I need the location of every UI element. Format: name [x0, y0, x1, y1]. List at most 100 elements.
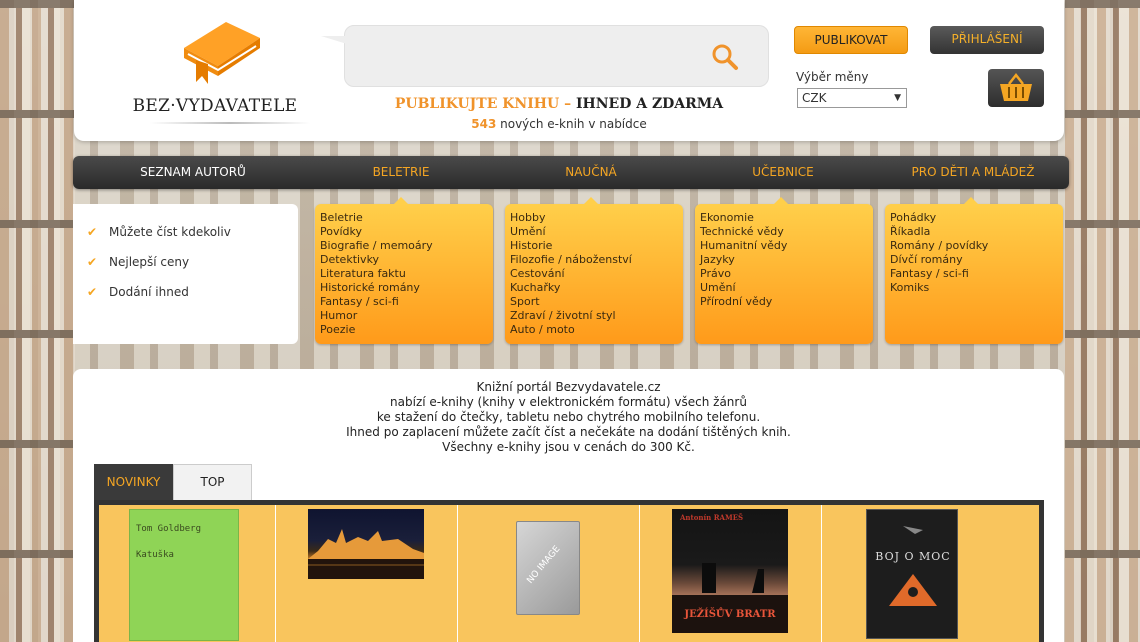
- tagline-publish: PUBLIKUJTE KNIHU –: [394, 96, 576, 112]
- no-image-label: NO IMAGE: [525, 544, 563, 586]
- chevron-down-icon: ▼: [894, 93, 901, 103]
- category-link[interactable]: Technické vědy: [700, 225, 787, 239]
- category-link[interactable]: Historie: [510, 239, 632, 253]
- book-logo-icon: [184, 22, 260, 84]
- feature-item: ✔ Dodání ihned: [87, 285, 189, 299]
- check-icon: ✔: [87, 285, 98, 299]
- category-link[interactable]: Biografie / memoáry: [320, 239, 433, 253]
- nav-naucna[interactable]: NAUČNÁ: [511, 156, 671, 189]
- category-link[interactable]: Sport: [510, 295, 632, 309]
- panel-pro-deti: Pohádky Říkadla Romány / povídky Dívčí r…: [885, 197, 1063, 344]
- book-item: Tom Goldberg Katuška: [99, 505, 276, 642]
- feature-item: ✔ Můžete číst kdekoliv: [87, 225, 231, 239]
- publish-button[interactable]: PUBLIKOVAT: [794, 26, 908, 54]
- currency-label: Výběr měny: [796, 70, 869, 84]
- panel-naucna: Hobby Umění Historie Filozofie / nábožen…: [505, 197, 683, 344]
- cart-button[interactable]: [988, 69, 1044, 107]
- category-link[interactable]: Dívčí romány: [890, 253, 988, 267]
- panel-ucebnice: Ekonomie Technické vědy Humanitní vědy J…: [695, 197, 873, 344]
- category-link[interactable]: Pohádky: [890, 211, 988, 225]
- background-bookshelf-left: [0, 0, 75, 642]
- check-icon: ✔: [87, 225, 98, 239]
- nav-beletrie[interactable]: BELETRIE: [321, 156, 481, 189]
- new-books-number: 543: [471, 117, 497, 131]
- tab-top[interactable]: TOP: [173, 464, 252, 500]
- panel-beletrie: Beletrie Povídky Biografie / memoáry Det…: [315, 197, 493, 344]
- book-item: Antonín RAMEŠ JEŽÍŠŮV BRATR: [640, 505, 822, 642]
- book-author: Tom Goldberg: [136, 524, 202, 534]
- book-cover[interactable]: [308, 509, 424, 579]
- shopping-basket-icon: [1000, 72, 1032, 101]
- category-link[interactable]: Auto / moto: [510, 323, 632, 337]
- category-link[interactable]: Detektivky: [320, 253, 433, 267]
- book-item: NO IMAGE: [458, 505, 640, 642]
- nav-pro-deti[interactable]: PRO DĚTI A MLÁDEŽ: [893, 156, 1053, 189]
- search-input[interactable]: [355, 40, 695, 72]
- tab-novinky[interactable]: NOVINKY: [94, 464, 173, 500]
- category-link[interactable]: Zdraví / životní styl: [510, 309, 632, 323]
- feature-label: Dodání ihned: [109, 285, 189, 299]
- intro-line: Ihned po zaplacení můžete začít číst a n…: [346, 425, 791, 439]
- category-link[interactable]: Umění: [700, 281, 787, 295]
- castle-image: [308, 529, 424, 579]
- intro-line: Všechny e-knihy jsou v cenách do 300 Kč.: [442, 440, 695, 454]
- intro-line: nabízí e-knihy (knihy v elektronickém fo…: [390, 395, 747, 409]
- book-item: BOJ O MOC: [822, 505, 1039, 642]
- category-link[interactable]: Literatura faktu: [320, 267, 433, 281]
- book-item: [276, 505, 458, 642]
- book-carousel: Tom Goldberg Katuška NO IMAGE Antonín RA…: [94, 505, 1044, 642]
- tagline: PUBLIKUJTE KNIHU – IHNED A ZDARMA: [334, 96, 784, 112]
- background-bookshelf-right: [1065, 0, 1140, 642]
- category-link[interactable]: Romány / povídky: [890, 239, 988, 253]
- logo-text: BEZ·VYDAVATELE: [132, 96, 298, 116]
- intro-text: Knižní portál Bezvydavatele.cz nabízí e-…: [73, 380, 1064, 455]
- category-link[interactable]: Fantasy / sci-fi: [890, 267, 988, 281]
- book-title: JEŽÍŠŮV BRATR: [684, 609, 776, 620]
- category-link[interactable]: Historické romány: [320, 281, 433, 295]
- category-link[interactable]: Říkadla: [890, 225, 988, 239]
- intro-line: Knižní portál Bezvydavatele.cz: [476, 380, 661, 394]
- currency-select[interactable]: CZK ▼: [797, 88, 907, 108]
- category-link[interactable]: Kuchařky: [510, 281, 632, 295]
- book-cover[interactable]: Antonín RAMEŠ JEŽÍŠŮV BRATR: [672, 509, 788, 633]
- currency-value: CZK: [802, 91, 827, 105]
- category-link[interactable]: Ekonomie: [700, 211, 787, 225]
- category-link[interactable]: Humor: [320, 309, 433, 323]
- nav-authors[interactable]: SEZNAM AUTORŮ: [113, 156, 273, 189]
- check-icon: ✔: [87, 255, 98, 269]
- logo-underline: [150, 122, 310, 124]
- intro-line: ke stažení do čtečky, tabletu nebo chytr…: [376, 410, 761, 424]
- new-books-text: nových e-knih v nabídce: [496, 117, 647, 131]
- category-link[interactable]: Beletrie: [320, 211, 433, 225]
- category-link[interactable]: Jazyky: [700, 253, 787, 267]
- category-link[interactable]: Fantasy / sci-fi: [320, 295, 433, 309]
- main-navigation: SEZNAM AUTORŮ BELETRIE NAUČNÁ UČEBNICE P…: [73, 156, 1069, 189]
- site-header: BEZ·VYDAVATELE PUBLIKUJTE KNIHU – IHNED …: [74, 0, 1064, 141]
- main-content: Knižní portál Bezvydavatele.cz nabízí e-…: [73, 369, 1064, 642]
- features-box: ✔ Můžete číst kdekoliv ✔ Nejlepší ceny ✔ Do…: [73, 204, 298, 344]
- search-icon[interactable]: [709, 42, 741, 72]
- search-box: [321, 25, 769, 87]
- category-link[interactable]: Hobby: [510, 211, 632, 225]
- new-books-count: 543 nových e-knih v nabídce: [334, 117, 784, 131]
- category-link[interactable]: Právo: [700, 267, 787, 281]
- feature-label: Nejlepší ceny: [109, 255, 190, 269]
- feature-item: ✔ Nejlepší ceny: [87, 255, 189, 269]
- nav-ucebnice[interactable]: UČEBNICE: [703, 156, 863, 189]
- site-logo[interactable]: BEZ·VYDAVATELE: [130, 18, 310, 128]
- category-link[interactable]: Cestování: [510, 267, 632, 281]
- book-cover[interactable]: Tom Goldberg Katuška: [129, 509, 239, 641]
- book-cover[interactable]: NO IMAGE: [516, 521, 580, 615]
- category-link[interactable]: Humanitní vědy: [700, 239, 787, 253]
- category-link[interactable]: Komiks: [890, 281, 988, 295]
- category-link[interactable]: Přírodní vědy: [700, 295, 787, 309]
- pyramid-image: [889, 526, 937, 606]
- feature-label: Můžete číst kdekoliv: [109, 225, 231, 239]
- login-button[interactable]: PŘIHLÁŠENÍ: [930, 26, 1044, 54]
- category-link[interactable]: Filozofie / náboženství: [510, 253, 632, 267]
- book-cover[interactable]: BOJ O MOC: [866, 509, 958, 639]
- category-link[interactable]: Umění: [510, 225, 632, 239]
- tagline-free: IHNED A ZDARMA: [575, 96, 724, 112]
- category-link[interactable]: Povídky: [320, 225, 433, 239]
- category-link[interactable]: Poezie: [320, 323, 433, 337]
